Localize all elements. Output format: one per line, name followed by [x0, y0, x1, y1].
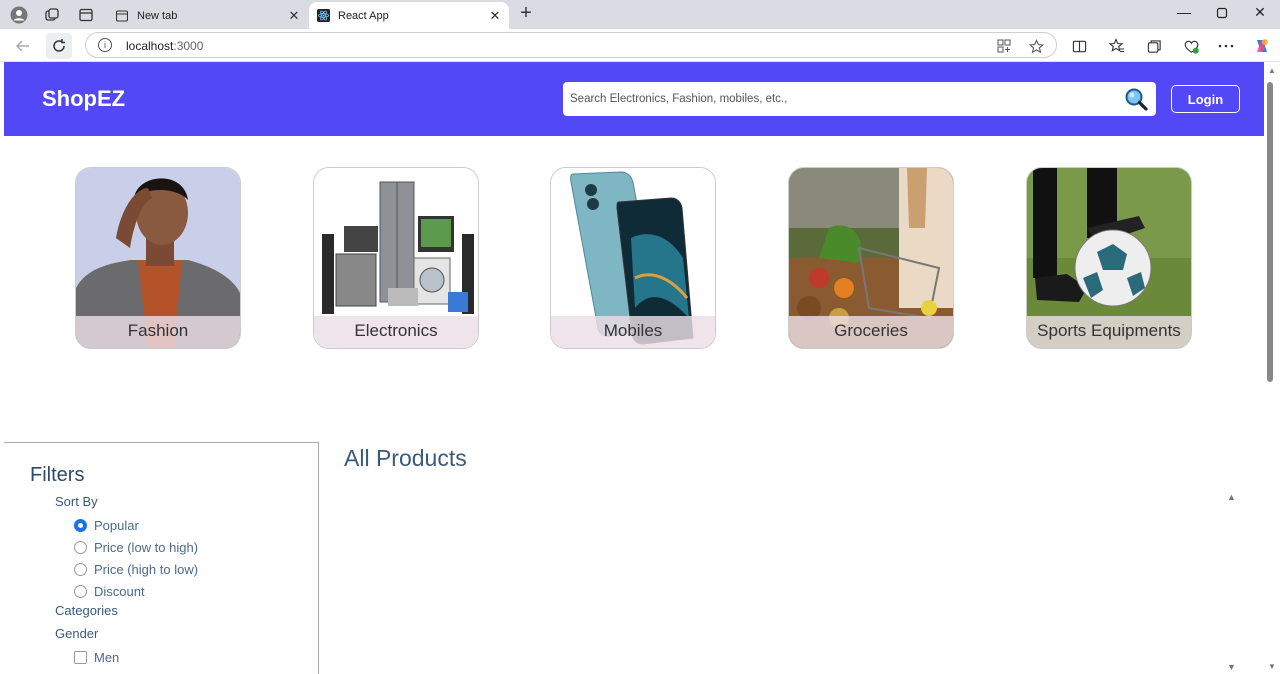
tab-new-tab[interactable]: New tab ✕ — [108, 2, 308, 29]
sort-option-price-high-low[interactable]: Price (high to low) — [74, 562, 198, 577]
workspaces-icon[interactable] — [42, 5, 62, 25]
radio-button[interactable] — [74, 585, 87, 598]
radio-button[interactable] — [74, 541, 87, 554]
category-card-groceries[interactable]: Groceries — [788, 167, 954, 349]
scroll-down-arrow-icon[interactable]: ▼ — [1227, 662, 1237, 672]
category-card-sports-equipments[interactable]: Sports Equipments — [1026, 167, 1192, 349]
maximize-icon[interactable] — [1211, 4, 1233, 24]
new-tab-button[interactable]: + — [516, 3, 536, 24]
more-menu-icon[interactable] — [1216, 36, 1236, 56]
copilot-icon[interactable] — [1252, 36, 1272, 56]
address-bar-row: i localhost:3000 — [0, 29, 1280, 62]
tab-title: React App — [338, 9, 389, 22]
url-text: localhost:3000 — [126, 39, 203, 53]
sort-option-popular[interactable]: Popular — [74, 518, 139, 533]
site-info-icon[interactable]: i — [98, 38, 112, 52]
tab-title: New tab — [137, 9, 178, 22]
sort-option-price-low-high[interactable]: Price (low to high) — [74, 540, 198, 555]
filters-title: Filters — [30, 464, 85, 486]
checkbox[interactable] — [74, 651, 87, 664]
radio-button[interactable] — [74, 563, 87, 576]
scrollbar-thumb[interactable] — [1267, 82, 1273, 382]
login-button[interactable]: Login — [1171, 85, 1240, 113]
react-logo-icon — [316, 9, 330, 23]
tab-react-app[interactable]: React App ✕ — [309, 2, 509, 29]
gender-option-men[interactable]: Men — [74, 650, 119, 665]
url-bar[interactable]: i localhost:3000 — [85, 32, 1057, 58]
tab-actions-icon[interactable] — [76, 5, 96, 25]
url-host: localhost — [126, 39, 174, 53]
search-icon[interactable] — [1124, 87, 1148, 111]
back-arrow-icon[interactable] — [10, 33, 36, 59]
close-window-icon[interactable]: ✕ — [1249, 4, 1271, 24]
category-label: Electronics — [314, 316, 478, 348]
radio-button[interactable] — [74, 519, 87, 532]
sort-option-label: Popular — [94, 518, 139, 533]
category-card-fashion[interactable]: Fashion — [75, 167, 241, 349]
category-label: Fashion — [76, 316, 240, 348]
collections-icon[interactable] — [1144, 36, 1164, 56]
app-available-icon[interactable] — [996, 38, 1012, 54]
favorites-icon[interactable] — [1107, 36, 1127, 56]
favorite-star-icon[interactable] — [1028, 38, 1044, 54]
minimize-icon[interactable]: — — [1173, 4, 1195, 24]
navbar: ShopEZ Login — [4, 62, 1264, 136]
filters-panel: Filters Sort By Popular Price (low to hi… — [4, 442, 319, 674]
category-label: Groceries — [789, 316, 953, 348]
gender-label: Gender — [55, 626, 99, 641]
scroll-up-arrow-icon[interactable]: ▲ — [1268, 66, 1276, 75]
brand-logo[interactable]: ShopEZ — [42, 86, 125, 112]
category-card-mobiles[interactable]: Mobiles — [550, 167, 716, 349]
close-tab-icon[interactable]: ✕ — [286, 8, 302, 24]
profile-icon[interactable] — [9, 5, 29, 25]
browser-essentials-icon[interactable] — [1181, 36, 1201, 56]
sort-option-label: Price (low to high) — [94, 540, 199, 555]
category-card-electronics[interactable]: Electronics — [313, 167, 479, 349]
sort-option-label: Discount — [94, 584, 145, 599]
search-box — [563, 82, 1156, 116]
gender-option-label: Men — [94, 650, 120, 665]
categories-label: Categories — [55, 603, 118, 618]
app-root: ShopEZ Login Fashion — [4, 62, 1264, 674]
sort-option-label: Price (high to low) — [94, 562, 199, 577]
all-products-heading: All Products — [344, 445, 467, 471]
url-port: :3000 — [173, 39, 204, 53]
reload-icon[interactable] — [46, 33, 72, 59]
page-scrollbar[interactable]: ▲ ▼ — [1264, 62, 1280, 674]
search-input[interactable] — [570, 82, 1110, 116]
sort-option-discount[interactable]: Discount — [74, 584, 145, 599]
close-tab-icon[interactable]: ✕ — [487, 8, 503, 24]
category-label: Mobiles — [551, 316, 715, 348]
browser-tab-bar: New tab ✕ React App ✕ + — ✕ — [0, 0, 1280, 29]
scroll-up-arrow-icon[interactable]: ▲ — [1227, 492, 1237, 502]
split-screen-icon[interactable] — [1069, 36, 1089, 56]
scroll-down-arrow-icon[interactable]: ▼ — [1268, 662, 1276, 671]
sort-by-label: Sort By — [55, 494, 98, 509]
category-label: Sports Equipments — [1027, 316, 1191, 348]
new-tab-icon — [115, 9, 129, 23]
